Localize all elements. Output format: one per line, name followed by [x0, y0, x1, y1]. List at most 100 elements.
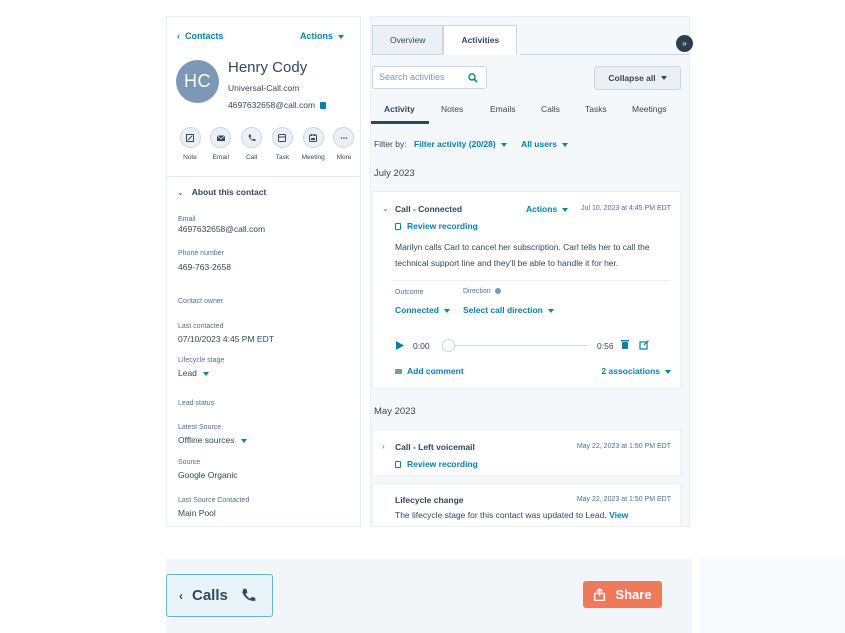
subtab-emails[interactable]: Emails: [490, 104, 516, 114]
direction-value: Select call direction: [463, 305, 543, 315]
contact-owner-property[interactable]: Contact owner: [178, 298, 223, 306]
direction-dropdown[interactable]: Select call direction: [463, 305, 554, 315]
record-tabs: Overview Activities: [372, 25, 518, 55]
call-icon: [241, 127, 263, 148]
back-label: Contacts: [185, 31, 224, 41]
month-heading: May 2023: [374, 406, 416, 417]
play-icon[interactable]: [396, 341, 404, 350]
subtab-tasks[interactable]: Tasks: [585, 104, 607, 114]
avatar: HC: [176, 60, 219, 103]
more-icon: [333, 127, 355, 148]
share-button[interactable]: Share: [583, 581, 662, 608]
info-icon[interactable]: [494, 288, 501, 294]
activities-panel: Overview Activities Search activities Co…: [370, 16, 690, 527]
chevron-left-icon: ‹: [179, 588, 183, 603]
email-property[interactable]: Email 4697632658@call.com: [178, 216, 265, 234]
task-action-label: Task: [275, 154, 290, 161]
task-action-button[interactable]: Task: [269, 127, 295, 161]
review-recording-link[interactable]: Review recording: [395, 459, 478, 469]
all-users-label: All users: [521, 139, 557, 149]
caret-down-icon: [660, 76, 667, 80]
direction-label-text: Direction: [463, 288, 491, 295]
lifecycle-title: Lifecycle change: [395, 495, 464, 505]
associations-dropdown[interactable]: 2 associations: [601, 366, 671, 376]
call-title[interactable]: Call - Connected: [395, 204, 462, 214]
caret-down-icon[interactable]: [202, 372, 209, 377]
tab-overview[interactable]: Overview: [372, 25, 444, 55]
recording-icon: [395, 223, 401, 230]
contact-name: Henry Cody: [228, 59, 308, 76]
outcome-value: Connected: [395, 305, 439, 315]
contact-email[interactable]: 4697632658@call.com: [228, 100, 327, 110]
meeting-action-button[interactable]: Meeting: [300, 127, 326, 161]
property-value: Google Organic: [178, 470, 238, 481]
comment-icon: [395, 369, 402, 374]
collapse-all-label: Collapse all: [608, 73, 656, 83]
divider: [393, 280, 670, 281]
note-action-button[interactable]: Note: [177, 127, 203, 161]
delete-icon[interactable]: [621, 339, 629, 349]
calls-button[interactable]: ‹ Calls: [166, 574, 273, 617]
lifecycle-stage-property[interactable]: Lifecycle stage Lead: [178, 357, 224, 378]
caret-down-icon[interactable]: [240, 439, 247, 444]
time-start: 0:00: [413, 341, 430, 351]
meeting-action-label: Meeting: [301, 154, 325, 161]
call-actions-dropdown[interactable]: Actions: [526, 204, 569, 214]
copy-icon[interactable]: [320, 102, 327, 110]
audio-scrubber[interactable]: [442, 339, 455, 352]
external-link-icon[interactable]: [639, 340, 649, 350]
all-users-dropdown[interactable]: All users: [521, 139, 568, 149]
search-activities-input[interactable]: Search activities: [372, 66, 487, 89]
about-title: About this contact: [191, 187, 267, 197]
filter-prefix: Filter by:: [374, 139, 407, 149]
tab-activities[interactable]: Activities: [443, 25, 518, 55]
chevron-down-icon[interactable]: ⌄: [382, 204, 389, 213]
property-label: Phone number: [178, 250, 224, 257]
back-to-contacts-link[interactable]: ‹ Contacts: [177, 31, 224, 41]
add-comment-button[interactable]: Add comment: [395, 366, 464, 376]
property-label: Last Source Contacted: [178, 497, 250, 504]
email-action-button[interactable]: Email: [208, 127, 234, 161]
filter-activity-dropdown[interactable]: Filter activity (20/28): [414, 139, 507, 149]
outcome-dropdown[interactable]: Connected: [395, 305, 450, 315]
source-property[interactable]: Source Google Organic: [178, 459, 238, 480]
search-placeholder: Search activities: [379, 72, 445, 82]
about-section-toggle[interactable]: ⌄ About this contact: [177, 187, 266, 197]
latest-source-property[interactable]: Latest Source Offline sources: [178, 424, 247, 445]
property-label: Lifecycle stage: [178, 357, 225, 364]
last-contacted-property[interactable]: Last contacted 07/10/2023 4:45 PM EDT: [178, 323, 274, 344]
time-end: 0:56: [597, 341, 614, 351]
subtab-calls[interactable]: Calls: [541, 104, 560, 114]
call-action-button[interactable]: Call: [239, 127, 265, 161]
chevron-right-icon[interactable]: ›: [382, 442, 385, 451]
collapse-sidebar-icon[interactable]: »: [676, 35, 693, 52]
quick-actions: Note Email Call Task Meeting More: [177, 127, 357, 161]
more-action-label: More: [336, 154, 352, 161]
caret-down-icon: [561, 142, 568, 147]
contact-panel: ‹ Contacts Actions HC Henry Cody Univers…: [166, 16, 361, 527]
contact-actions-dropdown[interactable]: Actions: [300, 31, 344, 41]
property-value: Lead: [178, 368, 197, 379]
collapse-all-button[interactable]: Collapse all: [594, 66, 681, 90]
share-label: Share: [615, 587, 652, 602]
property-label: Lead status: [178, 400, 215, 407]
view-link[interactable]: View: [609, 510, 628, 520]
review-recording-link[interactable]: Review recording: [395, 221, 478, 231]
subtab-activity[interactable]: Activity: [384, 104, 415, 114]
caret-down-icon: [500, 142, 507, 147]
lead-status-property[interactable]: Lead status: [178, 400, 214, 408]
phone-property[interactable]: Phone number 469-763-2658: [178, 250, 231, 272]
subtab-meetings[interactable]: Meetings: [632, 104, 667, 114]
search-icon: [468, 73, 478, 83]
voicemail-title[interactable]: Call - Left voicemail: [395, 442, 475, 452]
subtab-notes[interactable]: Notes: [441, 104, 463, 114]
property-label: Last contacted: [178, 323, 224, 330]
caret-down-icon: [562, 207, 569, 212]
audio-progress-track[interactable]: [442, 339, 587, 352]
caret-down-icon: [665, 369, 671, 374]
call-connected-card: ⌄ Call - Connected Actions Jul 10, 2023 …: [372, 191, 681, 389]
property-label: Email: [178, 216, 196, 223]
last-source-contacted-property[interactable]: Last Source Contacted Main Pool: [178, 497, 249, 518]
more-action-button[interactable]: More: [331, 127, 357, 161]
contact-domain[interactable]: Universal-Call.com: [228, 83, 299, 93]
